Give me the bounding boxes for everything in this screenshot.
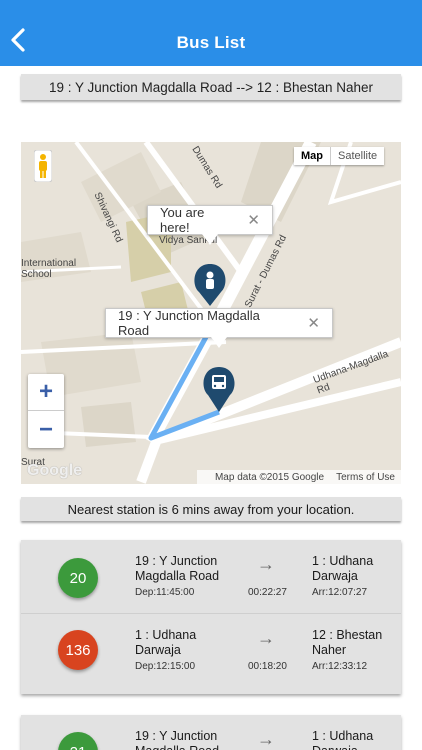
zoom-out-button[interactable]: − [28,411,64,448]
station-info-window[interactable]: 19 : Y Junction Magdalla Road ✕ [105,308,333,348]
map-data-attribution: Map data ©2015 Google [214,471,325,483]
journey-card[interactable]: 20 19 : Y Junction Magdalla Road Dep:11:… [21,540,401,694]
info-window-text: 19 : Y Junction Magdalla Road [118,308,260,338]
route-summary: 19 : Y Junction Magdalla Road --> 12 : B… [21,74,401,100]
journey-leg[interactable]: 136 1 : Udhana Darwaja Dep:12:15:00 → 00… [21,613,401,693]
to-station: 12 : Bhestan Naher [312,628,383,657]
map-type-control: Map Satellite [294,147,385,165]
map-type-satellite-button[interactable]: Satellite [331,147,384,165]
close-icon[interactable]: ✕ [307,314,320,332]
close-icon[interactable]: ✕ [247,211,260,229]
street-label: International School [21,258,77,280]
map-type-map-button[interactable]: Map [294,147,331,165]
travel-duration: 00:18:20 [248,661,287,672]
journey-card[interactable]: 21 19 : Y Junction Magdalla Road → 1 : U… [21,715,401,750]
google-logo: Google [27,462,83,479]
arrow-right-icon: → [257,628,275,648]
arrival-time: Arr:12:33:12 [312,661,368,672]
zoom-in-button[interactable]: + [28,374,64,411]
bus-number-badge: 136 [58,630,98,670]
terms-link[interactable]: Terms of Use [336,472,395,483]
to-station: 1 : Udhana Darwaja [312,729,374,750]
bus-number-badge: 21 [58,732,98,750]
nearest-station-info: Nearest station is 6 mins away from your… [21,497,401,521]
arrival-time: Arr:12:07:27 [312,587,368,598]
app-bar: Bus List [0,0,422,66]
page-title: Bus List [176,33,246,52]
travel-duration: 00:22:27 [248,587,287,598]
pegman-icon[interactable] [33,149,53,183]
from-station: 1 : Udhana Darwaja [135,628,197,657]
map-footer: Map data ©2015 Google Terms of Use [196,470,401,484]
departure-time: Dep:12:15:00 [135,661,196,672]
user-info-window[interactable]: You are here! ✕ [147,205,273,245]
from-station: 19 : Y Junction Magdalla Road [135,554,220,583]
bus-number-badge: 20 [58,558,98,598]
departure-time: Dep:11:45:00 [135,587,195,598]
to-station: 1 : Udhana Darwaja [312,554,374,583]
journey-leg[interactable]: 20 19 : Y Junction Magdalla Road Dep:11:… [21,540,401,613]
from-station: 19 : Y Junction Magdalla Road [135,729,219,750]
journey-leg[interactable]: 21 19 : Y Junction Magdalla Road → 1 : U… [21,715,401,750]
info-window-text: You are here! [160,205,205,235]
zoom-control: + − [28,374,64,448]
map-view[interactable]: Dumas Rd Shivangi Rd Vidya Sankul Intern… [21,142,401,484]
arrow-right-icon: → [257,554,275,574]
arrow-right-icon: → [257,729,275,749]
